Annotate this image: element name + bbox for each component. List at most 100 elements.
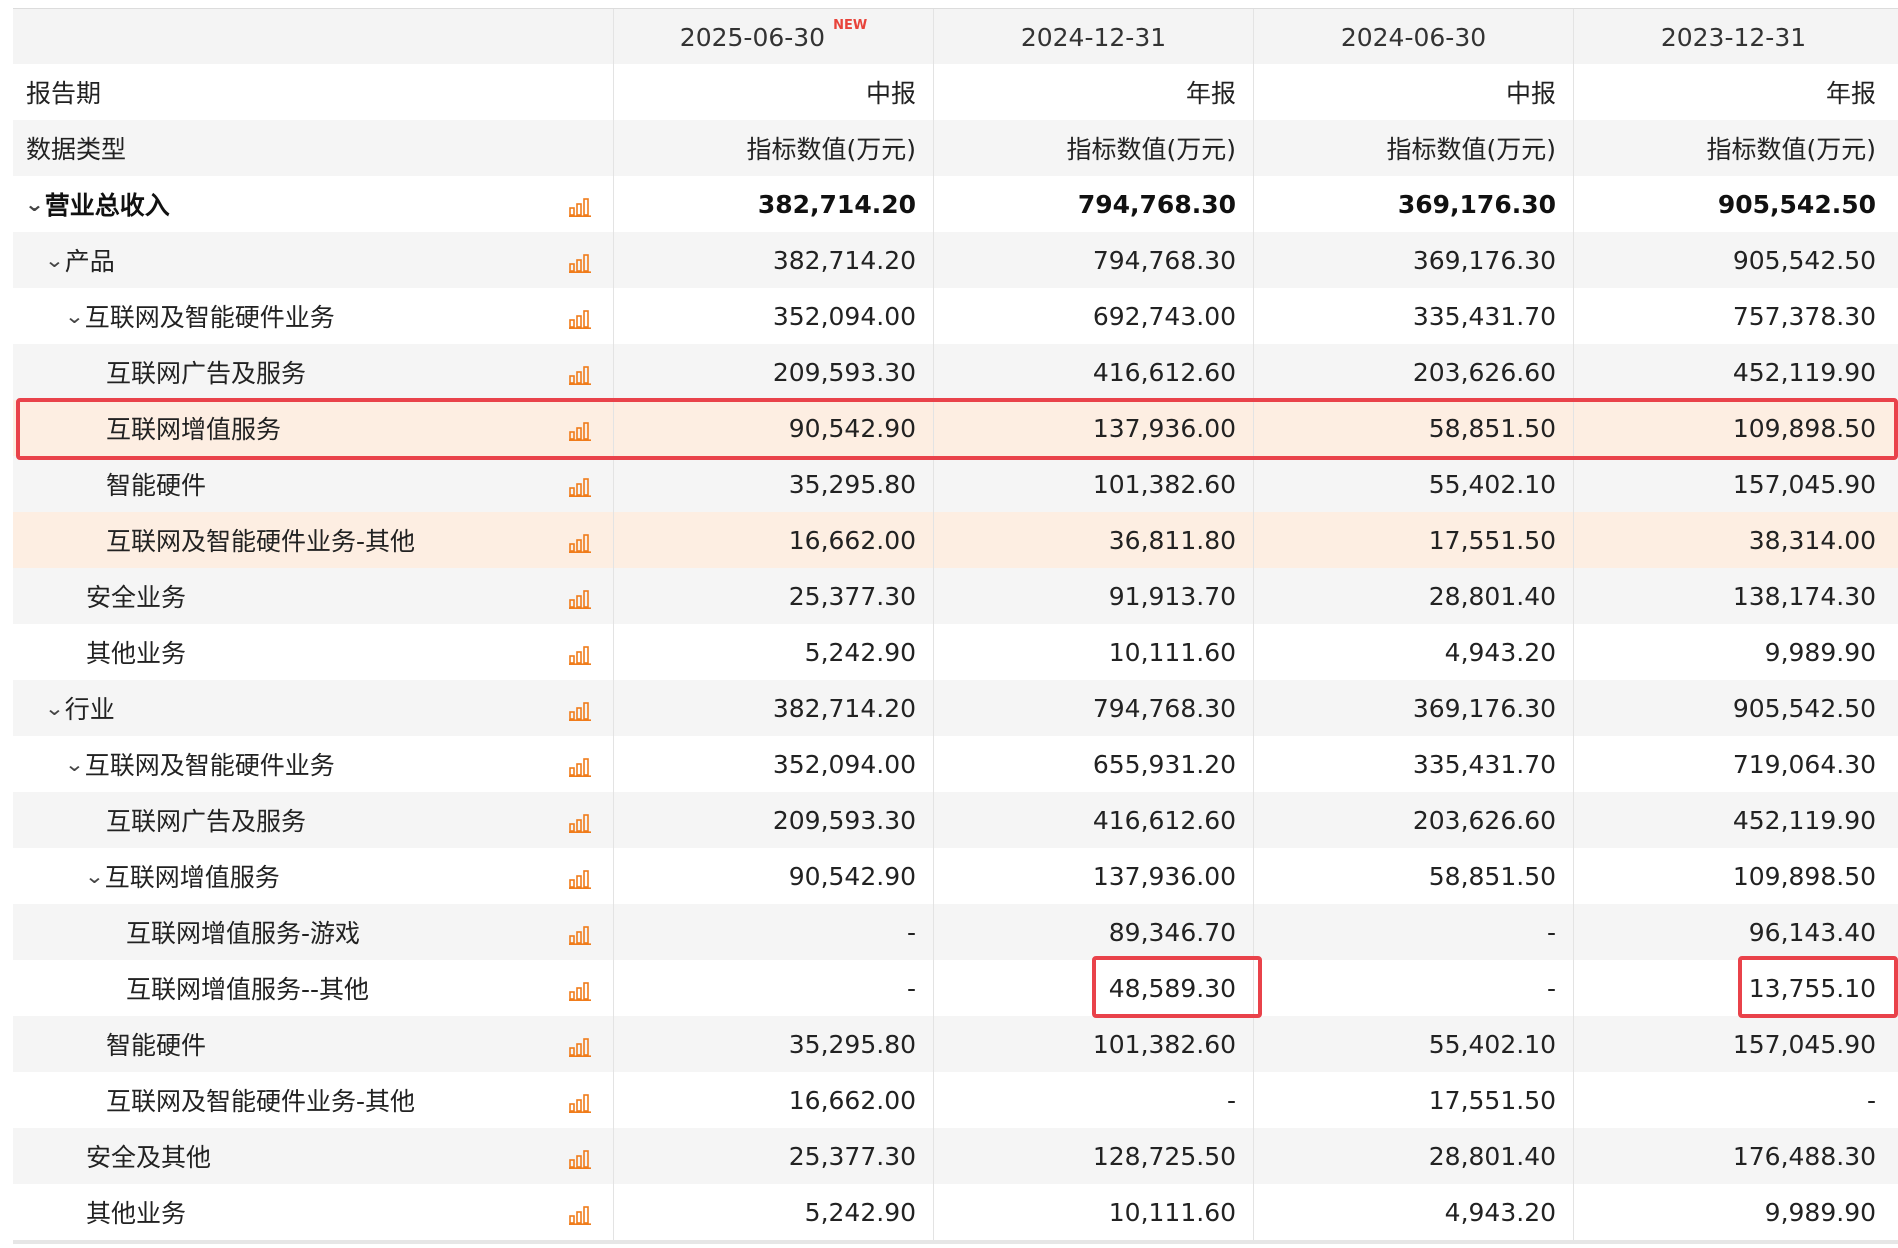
row-value: 352,094.00 [613,288,933,344]
bar-chart-icon[interactable] [569,698,591,722]
meta-label-cell: 报告期 [13,64,613,120]
row-label-cell: 其他业务 [13,1184,613,1240]
row-value: 382,714.20 [613,176,933,232]
row-value: 55,402.10 [1253,456,1573,512]
row-label-wrap: ⌄ 互联网增值服务 [84,848,280,904]
row-label-cell: ⌄ 营业总收入 [13,176,613,232]
row-value: 109,898.50 [1573,848,1893,904]
row-value: 13,755.10 [1573,960,1893,1016]
row-label-wrap: ⌄ 互联网及智能硬件业务 [64,736,335,792]
table-row[interactable]: 互联网及智能硬件业务-其他 16,662.00 36,811.80 17,551.50… [13,512,1898,568]
row-value: 137,936.00 [933,400,1253,456]
bar-chart-icon[interactable] [569,1034,591,1058]
bar-chart-icon[interactable] [569,642,591,666]
table-row[interactable]: 互联网增值服务-游戏 -89,346.70-96,143.40 [13,904,1898,960]
bar-chart-icon[interactable] [569,810,591,834]
row-value: 137,936.00 [933,848,1253,904]
table-row[interactable]: 互联网增值服务 90,542.90 137,936.00 58,851.50 109,8… [13,400,1898,456]
table-row[interactable]: 智能硬件 35,295.80 101,382.60 55,402.10 157,045.… [13,456,1898,512]
row-value: - [613,904,933,960]
row-label-cell: 互联网增值服务 [13,400,613,456]
row-value: 9,989.90 [1573,624,1893,680]
row-label-wrap: 互联网增值服务-游戏 [106,904,360,960]
header-col-2[interactable]: 2024-12-31 [933,9,1253,65]
row-value: 89,346.70 [933,904,1253,960]
meta-label-cell: 数据类型 [13,120,613,176]
row-label-wrap: ⌄ 行业 [44,680,114,736]
row-value: 203,626.60 [1253,344,1573,400]
header-col-3[interactable]: 2024-06-30 [1253,9,1573,65]
bar-chart-icon[interactable] [569,586,591,610]
bar-chart-icon[interactable] [569,866,591,890]
table-row[interactable]: ⌄ 产品 382,714.20 794,768.30 369,176.30 905,542… [13,232,1898,288]
chevron-down-icon[interactable]: ⌄ [64,752,84,776]
bar-chart-icon[interactable] [569,922,591,946]
table-row[interactable]: 互联网广告及服务 209,593.30 416,612.60 203,626.60 45… [13,344,1898,400]
meta-label: 报告期 [26,79,102,108]
table-row[interactable]: ⌄ 互联网增值服务 90,542.90 137,936.00 58,851.50 109,… [13,848,1898,904]
table-row[interactable]: 其他业务 5,242.90 10,111.60 4,943.20 9,989.90 [13,624,1898,680]
row-value: 25,377.30 [613,568,933,624]
table-row[interactable]: ⌄ 互联网及智能硬件业务 352,094.00 692,743.00 335,431.7… [13,288,1898,344]
row-value: 48,589.30 [933,960,1253,1016]
bar-chart-icon[interactable] [569,474,591,498]
row-value: 90,542.90 [613,400,933,456]
bar-chart-icon[interactable] [569,754,591,778]
table-row[interactable]: 安全及其他 25,377.30 128,725.50 28,801.40 176,488… [13,1128,1898,1184]
row-value: 91,913.70 [933,568,1253,624]
table-row[interactable]: 智能硬件 35,295.80 101,382.60 55,402.10 157,045.… [13,1016,1898,1072]
row-value: 38,314.00 [1573,512,1893,568]
row-label: 互联网及智能硬件业务 [84,751,335,780]
row-value: 109,898.50 [1573,400,1893,456]
bar-chart-icon[interactable] [569,194,591,218]
row-value: 58,851.50 [1253,400,1573,456]
bar-chart-icon[interactable] [569,1146,591,1170]
table-row[interactable]: 互联网及智能硬件业务-其他 16,662.00-17,551.50- [13,1072,1898,1128]
row-value: 209,593.30 [613,344,933,400]
chevron-down-icon[interactable]: ⌄ [64,304,84,328]
row-value: 5,242.90 [613,1184,933,1240]
row-label: 互联网增值服务 [104,863,280,892]
table-row[interactable]: 其他业务 5,242.90 10,111.60 4,943.20 9,989.90 [13,1184,1898,1240]
bar-chart-icon[interactable] [569,250,591,274]
row-label-wrap: ⌄ 营业总收入 [24,176,169,232]
meta-value: 年报 [1573,64,1893,120]
row-value: 17,551.50 [1253,512,1573,568]
meta-value: 中报 [613,64,933,120]
header-col-1[interactable]: 2025-06-30 NEW [613,9,933,65]
row-label: 安全业务 [86,583,187,612]
row-value: 416,612.60 [933,792,1253,848]
header-col-4[interactable]: 2023-12-31 [1573,9,1893,65]
row-value: 157,045.90 [1573,1016,1893,1072]
bar-chart-icon[interactable] [569,306,591,330]
meta-value: 年报 [933,64,1253,120]
chevron-down-icon[interactable]: ⌄ [44,248,64,272]
table-row[interactable]: 互联网增值服务--其他 -48,589.30-13,755.10 [13,960,1898,1016]
row-label: 互联网及智能硬件业务 [84,303,335,332]
row-label-cell: 互联网增值服务--其他 [13,960,613,1016]
row-value: 176,488.30 [1573,1128,1893,1184]
chevron-down-icon[interactable]: ⌄ [84,864,104,888]
row-label-wrap: ⌄ 互联网及智能硬件业务 [64,288,335,344]
chevron-down-icon[interactable]: ⌄ [44,696,64,720]
bar-chart-icon[interactable] [569,418,591,442]
chevron-down-icon[interactable]: ⌄ [24,192,44,216]
bar-chart-icon[interactable] [569,530,591,554]
row-value: 101,382.60 [933,456,1253,512]
row-label-wrap: 互联网广告及服务 [86,792,306,848]
table-row[interactable]: ⌄ 行业 382,714.20 794,768.30 369,176.30 905,542… [13,680,1898,736]
row-label: 智能硬件 [106,471,207,500]
bar-chart-icon[interactable] [569,978,591,1002]
table-row[interactable]: 互联网广告及服务 209,593.30 416,612.60 203,626.60 45… [13,792,1898,848]
row-label-wrap: 智能硬件 [86,1016,206,1072]
bar-chart-icon[interactable] [569,1202,591,1226]
bar-chart-icon[interactable] [569,362,591,386]
row-value: 58,851.50 [1253,848,1573,904]
table-row[interactable]: ⌄ 营业总收入 382,714.20 794,768.30 369,176.30 905,… [13,176,1898,232]
table-row[interactable]: 安全业务 25,377.30 91,913.70 28,801.40 138,174.3… [13,568,1898,624]
row-label: 互联网增值服务--其他 [126,975,370,1004]
row-label: 互联网及智能硬件业务-其他 [106,1087,416,1116]
bar-chart-icon[interactable] [569,1090,591,1114]
table-row[interactable]: ⌄ 互联网及智能硬件业务 352,094.00 655,931.20 335,431.7… [13,736,1898,792]
row-value: 16,662.00 [613,512,933,568]
